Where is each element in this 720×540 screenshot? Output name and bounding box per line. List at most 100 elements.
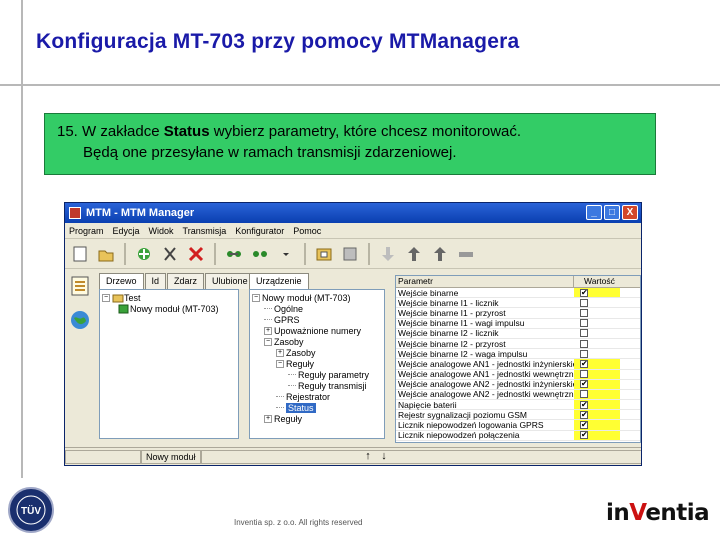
collapse-icon[interactable]: − [252,293,260,302]
table-row[interactable]: Licznik niepowodzeń połączenia ✔ [396,430,640,441]
monitor-checkbox[interactable] [580,339,588,348]
parameter-name: Rejestr sygnalizacji poziomu GSM [398,409,527,420]
parameter-name: Wejście binarne I2 - licznik [398,328,499,339]
tab-zdarz[interactable]: Zdarz [167,273,205,289]
device-tree-node[interactable]: + Zasoby [252,347,382,358]
tab-urzadzenie[interactable]: Urządzenie [249,273,309,289]
download-arrow-icon[interactable] [377,243,399,265]
expand-icon[interactable]: + [276,348,284,357]
menu-transmisja[interactable]: Transmisja [183,226,227,236]
table-row[interactable]: Wejście binarne ✔ [396,288,640,299]
monitor-checkbox[interactable]: ✔ [580,400,588,409]
table-row[interactable]: Wejście binarne I1 - wagi impulsu [396,318,640,329]
column-header-parametr[interactable]: Parametr [396,276,574,287]
collapse-icon[interactable]: − [264,337,272,346]
table-row[interactable]: Wejście binarne I2 - przyrost [396,339,640,350]
module-icon [118,304,129,313]
monitor-checkbox[interactable]: ✔ [580,288,588,297]
table-row[interactable]: Wejście analogowe AN2 - jednostki inżyni… [396,379,640,390]
delete-icon[interactable] [185,243,207,265]
menu-program[interactable]: Program [69,226,104,236]
device-icon[interactable] [455,243,477,265]
tab-ulubione[interactable]: Ulubione [205,273,255,289]
expand-icon[interactable]: + [264,326,272,335]
table-row[interactable]: Rejestr sygnalizacji poziomu GSM ✔ [396,409,640,421]
device-tree-label: Reguły [286,358,315,369]
device-tree-label: Zasoby [286,347,316,358]
close-button[interactable]: X [622,205,638,220]
menu-edycja[interactable]: Edycja [113,226,140,236]
monitor-checkbox[interactable] [580,298,588,307]
device-tree-node[interactable]: + Reguły [252,413,382,424]
monitor-checkbox[interactable] [580,329,588,338]
status-bar: Nowy moduł [65,447,641,465]
device-tree-node[interactable]: Ogólne [252,303,382,314]
table-row[interactable]: Licznik niepowodzeń logowania GPRS ✔ [396,420,640,431]
device-tree-node[interactable]: − Reguły [252,358,382,369]
add-module-icon[interactable] [133,243,155,265]
table-row[interactable]: Wejście binarne I1 - przyrost [396,308,640,319]
monitor-checkbox[interactable]: ✔ [580,431,588,440]
dropdown-icon[interactable] [275,243,297,265]
device-tree-node[interactable]: GPRS [252,314,382,325]
tree-node[interactable]: − Test [102,292,236,303]
monitor-checkbox[interactable]: ✔ [580,410,588,419]
table-row[interactable]: Wejście analogowe AN2 - jednostki wewnęt… [396,389,640,401]
collapse-icon[interactable]: − [102,293,110,302]
column-header-wartosc[interactable]: Wartość [574,276,624,287]
instruction-bold: Status [163,123,210,140]
monitor-checkbox[interactable]: ✔ [580,380,588,389]
parameter-value-cell [574,339,620,348]
table-row[interactable]: Napięcie baterii ✔ [396,400,640,411]
device-tree-node[interactable]: + Upoważnione numery [252,325,382,336]
tree-connector [276,396,284,397]
tree-node[interactable]: Nowy moduł (MT-703) [102,303,236,314]
monitor-checkbox[interactable] [580,319,588,328]
parameter-value-cell: ✔ [574,420,620,430]
device-tree-node[interactable]: Reguły transmisji [252,380,382,391]
table-row[interactable]: Wejście analogowe AN1 - jednostki inżyni… [396,359,640,370]
monitor-checkbox[interactable] [580,390,588,399]
device-tree-label: Reguły [274,413,303,424]
table-row[interactable]: Wejście analogowe AN1 - jednostki wewnęt… [396,369,640,380]
device-tree-node[interactable]: Status [252,402,382,413]
table-row[interactable]: Wejście binarne I2 - licznik [396,328,640,339]
maximize-button[interactable]: □ [604,205,620,220]
monitor-checkbox[interactable] [580,308,588,317]
device-tree-label: Nowy moduł (MT-703) [262,292,351,303]
tab-id[interactable]: Id [144,273,167,289]
new-icon[interactable] [69,243,91,265]
device-tree-node[interactable]: − Zasoby [252,336,382,347]
open-icon[interactable] [95,243,117,265]
document-icon[interactable] [67,273,93,299]
disconnect-icon[interactable] [249,243,271,265]
minimize-button[interactable]: _ [586,205,602,220]
cut-icon[interactable] [159,243,181,265]
device-tree-node[interactable]: Rejestrator [252,391,382,402]
menu-widok[interactable]: Widok [149,226,174,236]
table-row[interactable]: Wejście binarne I2 - waga impulsu [396,349,640,360]
device-tree-node[interactable]: Reguły parametry [252,369,382,380]
globe-icon[interactable] [67,307,93,333]
table-row[interactable]: Wejście binarne I1 - licznik [396,298,640,309]
left-sidebar [67,273,95,465]
monitor-checkbox[interactable]: ✔ [580,359,588,368]
connect-icon[interactable] [223,243,245,265]
window-title: MTM - MTM Manager [86,207,195,219]
monitor-checkbox[interactable]: ✔ [580,421,588,430]
upload-arrow-icon[interactable] [403,243,425,265]
folder-config-icon[interactable] [313,243,335,265]
menu-pomoc[interactable]: Pomoc [293,226,321,236]
monitor-checkbox[interactable] [580,349,588,358]
expand-icon[interactable]: + [264,414,272,423]
device-tree-node[interactable]: − Nowy moduł (MT-703) [252,292,382,303]
menu-konfigurator[interactable]: Konfigurator [235,226,284,236]
device-tabs: Urządzenie [249,273,309,289]
monitor-checkbox[interactable] [580,370,588,379]
settings-icon[interactable] [339,243,361,265]
app-window: MTM - MTM Manager _ □ X Program Edycja W… [64,202,642,466]
window-titlebar[interactable]: MTM - MTM Manager _ □ X [65,203,641,223]
upload-arrow-2-icon[interactable] [429,243,451,265]
tab-drzewo[interactable]: Drzewo [99,273,144,289]
collapse-icon[interactable]: − [276,359,284,368]
